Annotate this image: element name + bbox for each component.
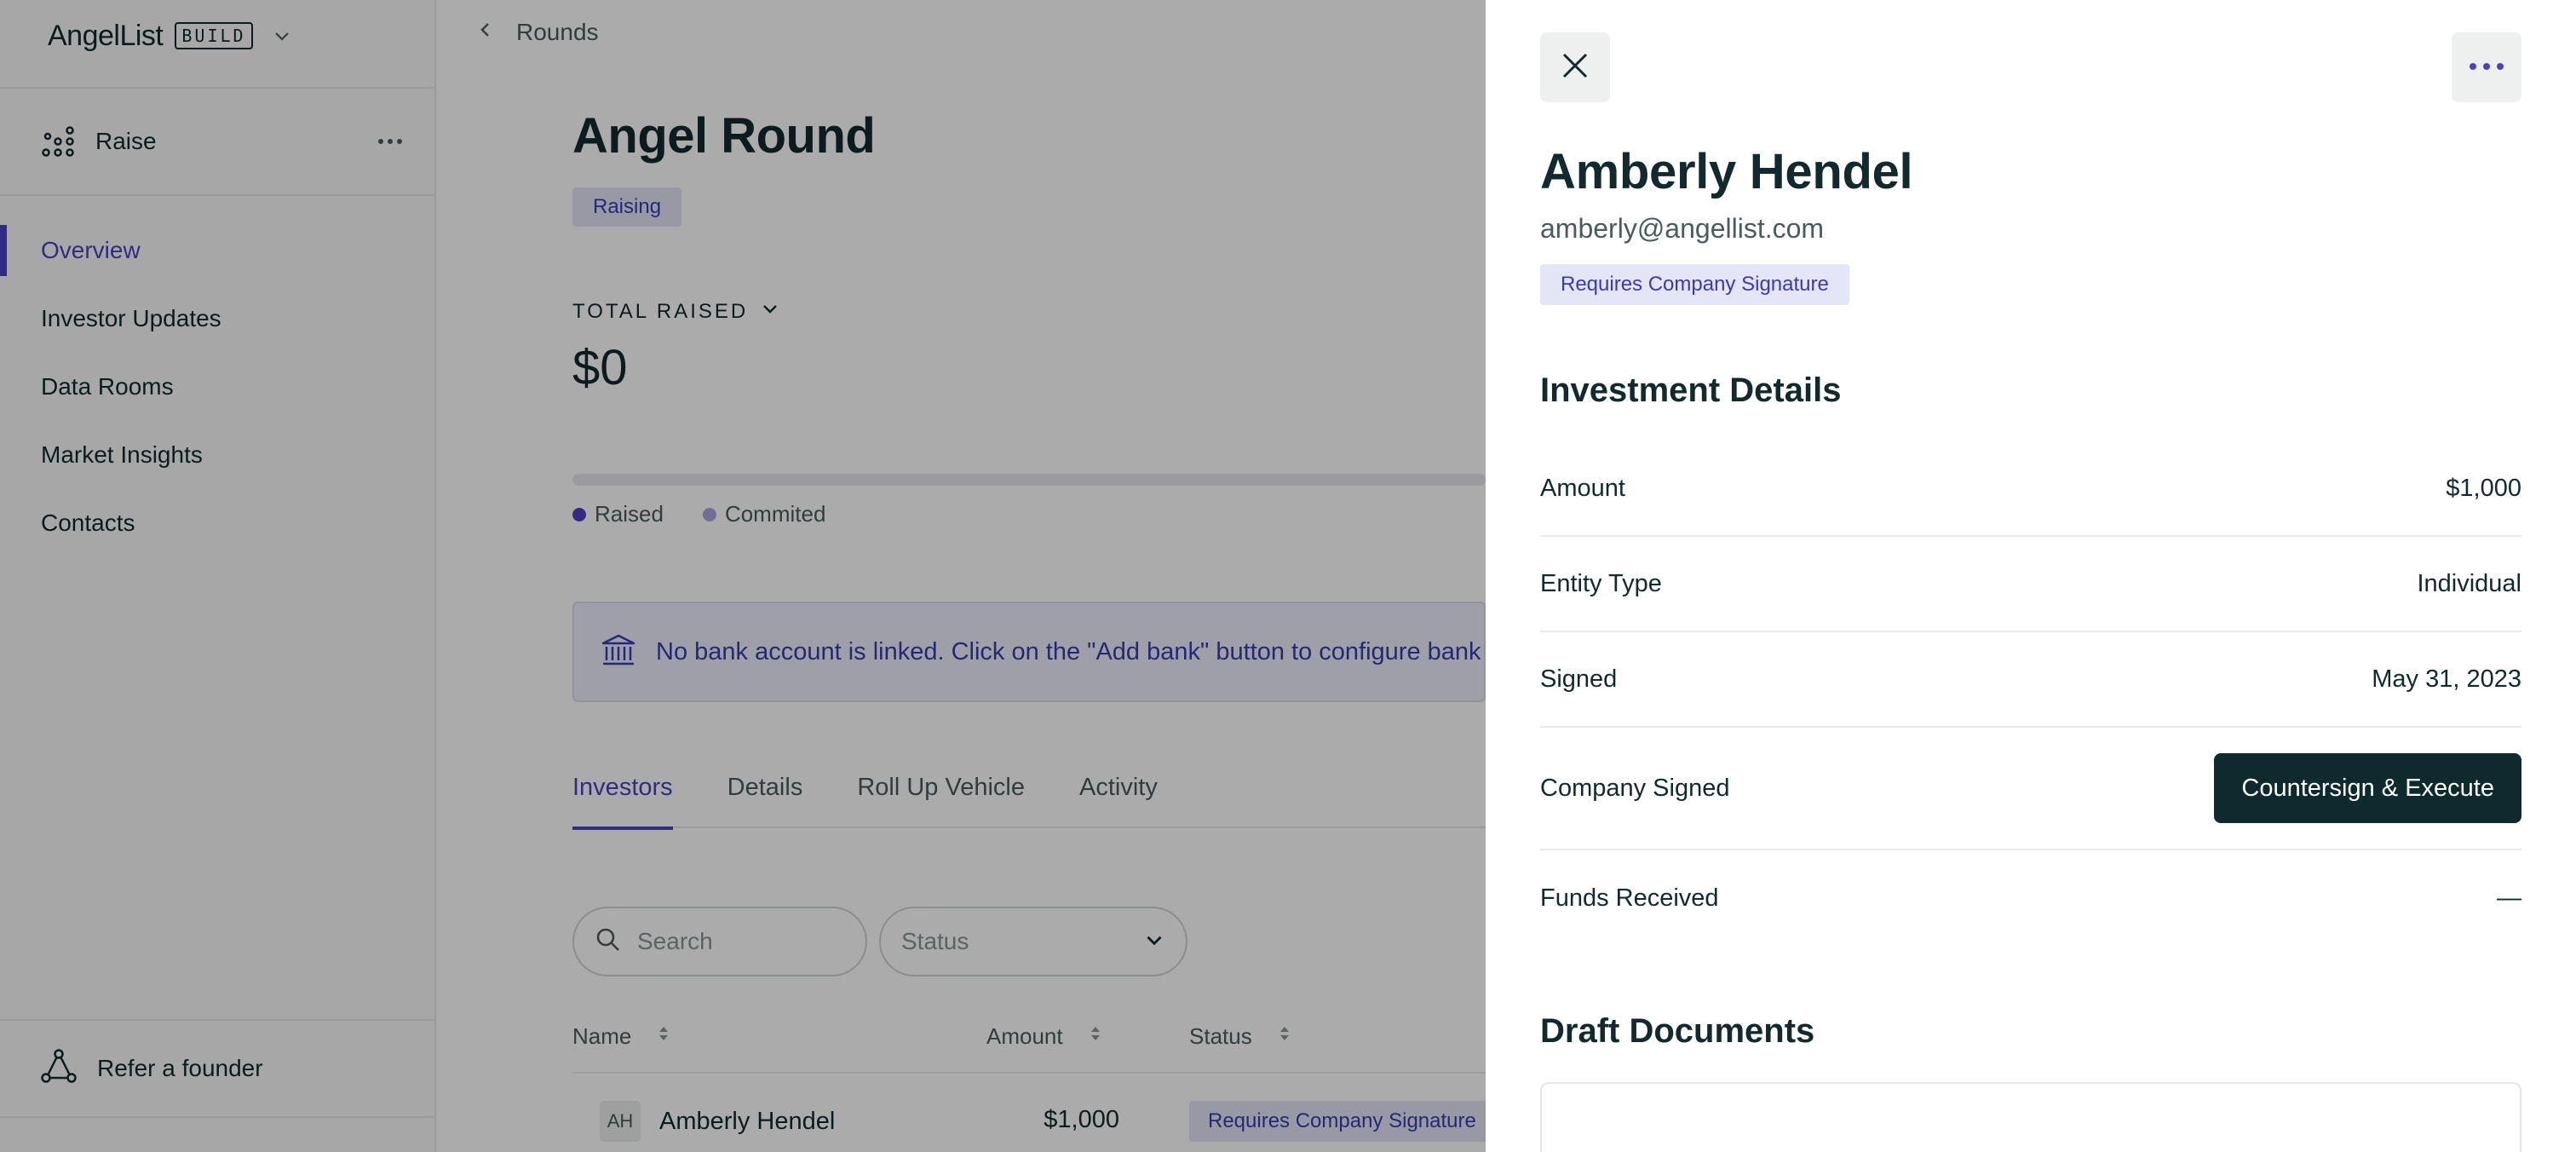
close-button[interactable] (1540, 32, 1610, 102)
detail-label: Signed (1540, 665, 1618, 693)
status-badge: Requires Company Signature (1540, 264, 1849, 305)
detail-value: Individual (2417, 569, 2521, 597)
countersign-execute-button[interactable]: Countersign & Execute (2214, 753, 2521, 823)
close-icon (1561, 51, 1590, 84)
investor-drawer: Amberly Hendel amberly@angellist.com Req… (1486, 0, 2576, 1152)
detail-row-funds-received: Funds Received — (1540, 850, 2521, 946)
detail-value: $1,000 (2446, 474, 2521, 502)
detail-value: May 31, 2023 (2372, 665, 2521, 693)
draft-documents-heading: Draft Documents (1540, 1012, 1815, 1050)
detail-label: Company Signed (1540, 774, 1730, 802)
detail-label: Entity Type (1540, 569, 1662, 597)
detail-label: Amount (1540, 474, 1625, 502)
draft-document-card[interactable] (1540, 1082, 2521, 1152)
detail-row-entity-type: Entity Type Individual (1540, 537, 2521, 632)
investor-name-heading: Amberly Hendel (1540, 144, 1913, 199)
more-options-button[interactable] (2452, 32, 2521, 102)
investor-email: amberly@angellist.com (1540, 213, 1825, 244)
detail-value: — (2497, 884, 2521, 912)
more-icon (2469, 60, 2504, 75)
investment-details-heading: Investment Details (1540, 372, 1842, 409)
detail-row-company-signed: Company Signed Countersign & Execute (1540, 728, 2521, 850)
detail-row-amount: Amount $1,000 (1540, 441, 2521, 537)
detail-row-signed: Signed May 31, 2023 (1540, 632, 2521, 728)
detail-label: Funds Received (1540, 884, 1719, 912)
